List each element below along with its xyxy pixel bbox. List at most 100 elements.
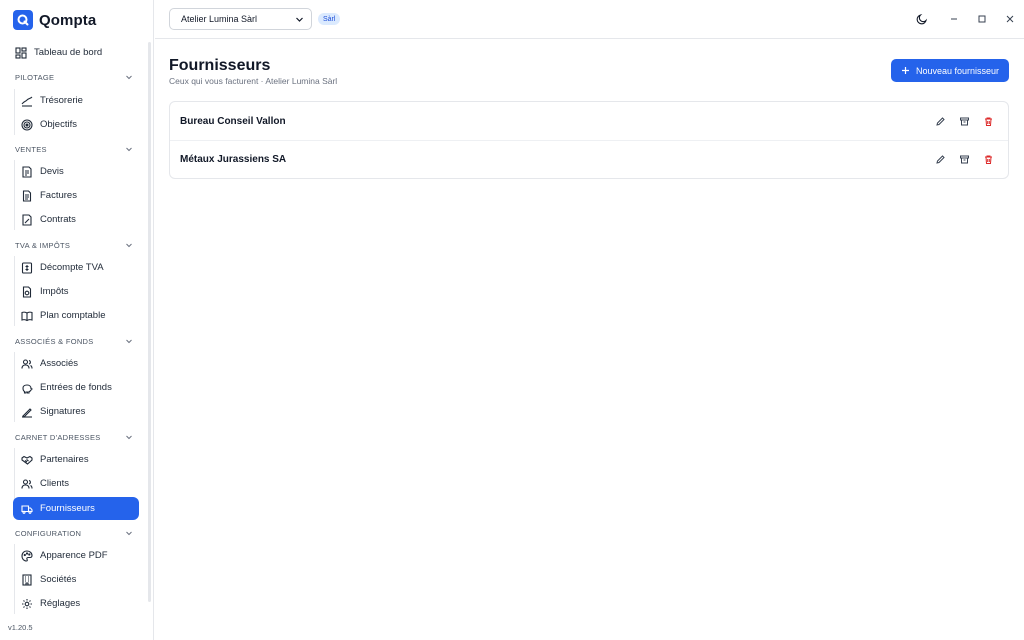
gear-icon	[21, 598, 33, 610]
quote-icon	[21, 165, 33, 178]
sidebar-item-objectifs[interactable]: Objectifs	[13, 113, 139, 136]
chevron-down-icon	[125, 529, 133, 537]
sidebar-item-tresorerie[interactable]: Trésorerie	[13, 89, 139, 112]
sidebar-item-label: Tableau de bord	[34, 47, 103, 58]
company-select-value: Atelier Lumina Sàrl	[181, 14, 258, 24]
sidebar-item-label: Associés	[40, 358, 79, 369]
users-icon	[21, 358, 33, 370]
delete-trash-icon[interactable]	[981, 153, 995, 167]
sidebar-item-partenaires[interactable]: Partenaires	[13, 448, 139, 471]
company-type-badge: Sàrl	[318, 13, 341, 25]
section-carnet[interactable]: CARNET D'ADRESSES	[15, 430, 133, 444]
sidebar-item-societes[interactable]: Sociétés	[13, 568, 139, 591]
plus-icon	[901, 66, 910, 75]
supplier-name: Bureau Conseil Vallon	[180, 115, 286, 127]
sidebar-item-contrats[interactable]: Contrats	[13, 208, 139, 231]
sidebar-item-label: Décompte TVA	[40, 262, 104, 273]
section-ventes[interactable]: VENTES	[15, 142, 133, 156]
chevron-down-icon	[295, 15, 304, 24]
contract-icon	[21, 213, 33, 226]
signature-icon	[21, 406, 33, 418]
sidebar-item-label: Trésorerie	[40, 95, 83, 106]
sidebar-item-label: Signatures	[40, 406, 86, 417]
top-bar: Atelier Lumina Sàrl Sàrl	[155, 0, 1024, 39]
maximize-icon[interactable]	[975, 12, 989, 26]
sidebar-item-label: Apparence PDF	[40, 550, 108, 561]
table-row[interactable]: Bureau Conseil Vallon	[170, 102, 1008, 140]
sidebar-item-label: Objectifs	[40, 119, 77, 130]
delete-trash-icon[interactable]	[981, 114, 995, 128]
vat-statement-icon	[21, 261, 33, 274]
sidebar-item-signatures[interactable]: Signatures	[13, 400, 139, 423]
minimize-icon[interactable]	[947, 12, 961, 26]
sidebar-item-devis[interactable]: Devis	[13, 160, 139, 183]
sidebar-item-label: Devis	[40, 166, 64, 177]
palette-icon	[21, 549, 33, 562]
book-icon	[21, 310, 33, 322]
sidebar-item-label: Réglages	[40, 598, 81, 609]
edit-pencil-icon[interactable]	[933, 114, 947, 128]
section-label: TVA & IMPÔTS	[15, 240, 71, 250]
section-label: CARNET D'ADRESSES	[15, 432, 101, 442]
sidebar-item-label: Sociétés	[40, 574, 77, 585]
chevron-down-icon	[125, 433, 133, 441]
qompta-logo-icon	[13, 10, 33, 30]
tax-icon	[21, 285, 33, 298]
page-subtitle: Ceux qui vous facturent · Atelier Lumina…	[169, 76, 338, 86]
section-config[interactable]: CONFIGURATION	[15, 526, 133, 540]
sidebar-item-plan-comptable[interactable]: Plan comptable	[13, 304, 139, 327]
sidebar-scrollbar[interactable]	[148, 42, 151, 602]
chevron-down-icon	[125, 145, 133, 153]
page-title: Fournisseurs	[169, 57, 271, 74]
sidebar-item-label: Clients	[40, 478, 70, 489]
section-label: PILOTAGE	[15, 72, 55, 82]
supplier-name: Métaux Jurassiens SA	[180, 154, 287, 165]
piggy-bank-icon	[21, 382, 33, 394]
dashboard-icon	[15, 46, 27, 59]
section-label: VENTES	[15, 144, 47, 154]
section-associes[interactable]: ASSOCIÉS & FONDS	[15, 334, 133, 348]
sidebar-item-label: Entrées de fonds	[40, 382, 112, 393]
chevron-down-icon	[125, 241, 133, 249]
sidebar-item-fournisseurs[interactable]: Fournisseurs	[13, 497, 139, 520]
sidebar-item-entrees-fonds[interactable]: Entrées de fonds	[13, 376, 139, 399]
sidebar-item-reglages[interactable]: Réglages	[13, 592, 139, 615]
archive-icon[interactable]	[957, 153, 971, 167]
sidebar-item-label: Impôts	[40, 286, 69, 297]
sidebar-item-label: Plan comptable	[40, 310, 106, 321]
sidebar: Qompta Tableau de bord PILOTAGE Trésorer…	[0, 0, 154, 640]
sidebar-item-label: Contrats	[40, 214, 76, 225]
archive-icon[interactable]	[957, 114, 971, 128]
sidebar-item-decompte-tva[interactable]: Décompte TVA	[13, 256, 139, 279]
sidebar-item-factures[interactable]: Factures	[13, 184, 139, 207]
company-select[interactable]: Atelier Lumina Sàrl	[169, 8, 312, 30]
theme-toggle-moon-icon[interactable]	[915, 12, 929, 26]
app-version: v1.20.5	[8, 623, 33, 632]
supplier-list: Bureau Conseil Vallon Métaux Jurassiens …	[169, 101, 1009, 179]
handshake-icon	[21, 454, 33, 466]
new-supplier-button[interactable]: Nouveau fournisseur	[891, 59, 1009, 82]
users-icon	[21, 478, 33, 490]
sidebar-item-label: Fournisseurs	[40, 503, 95, 514]
section-tva[interactable]: TVA & IMPÔTS	[15, 238, 133, 252]
sidebar-item-dashboard[interactable]: Tableau de bord	[13, 41, 139, 64]
app-name: Qompta	[39, 11, 97, 29]
chevron-down-icon	[125, 337, 133, 345]
treasury-icon	[21, 95, 33, 107]
section-label: CONFIGURATION	[15, 528, 82, 538]
edit-pencil-icon[interactable]	[933, 153, 947, 167]
table-row[interactable]: Métaux Jurassiens SA	[170, 140, 1008, 178]
sidebar-item-impots[interactable]: Impôts	[13, 280, 139, 303]
close-icon[interactable]	[1003, 12, 1017, 26]
building-icon	[21, 573, 33, 586]
chevron-down-icon	[125, 73, 133, 81]
sidebar-item-associes[interactable]: Associés	[13, 352, 139, 375]
truck-icon	[21, 503, 33, 515]
sidebar-item-apparence-pdf[interactable]: Apparence PDF	[13, 544, 139, 567]
sidebar-item-label: Partenaires	[40, 454, 89, 465]
new-supplier-label: Nouveau fournisseur	[915, 65, 1000, 76]
brand[interactable]: Qompta	[13, 9, 96, 31]
section-pilotage[interactable]: PILOTAGE	[15, 70, 133, 84]
sidebar-item-clients[interactable]: Clients	[13, 472, 139, 495]
target-icon	[21, 118, 33, 131]
